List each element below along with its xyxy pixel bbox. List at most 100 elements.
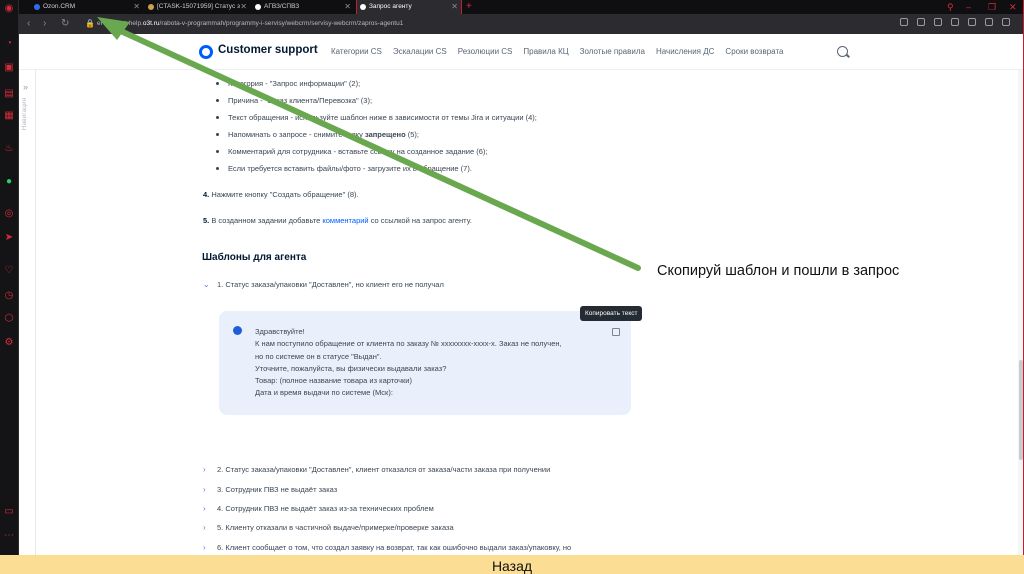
screenshot-icon[interactable] (900, 18, 908, 26)
expand-icon[interactable]: » (23, 82, 28, 92)
tab-zapros-agentu[interactable]: Запрос агенту ✕ (356, 0, 462, 14)
back-icon[interactable]: ‹ (27, 17, 30, 31)
site-title[interactable]: Customer support (218, 44, 318, 56)
back-label: Назад (491, 558, 533, 574)
section-heading: Шаблоны для агента (202, 252, 307, 263)
chevron-right-icon: › (203, 523, 206, 532)
step-text: со ссылкой на запрос агенту. (368, 216, 472, 225)
tab-label: Ozon.CRM (43, 3, 76, 10)
news-icon[interactable]: ▦ (3, 110, 15, 122)
more-icon[interactable]: ⋯ (3, 530, 15, 542)
forward-icon[interactable]: › (43, 17, 46, 31)
history-icon[interactable]: ◷ (3, 290, 15, 302)
close-icon[interactable]: ✕ (344, 0, 351, 14)
flame-icon[interactable]: ♨ (3, 143, 15, 155)
tab-label: [CTASK-15071959] Статус з (157, 3, 241, 10)
list-item-bold: запрещено (364, 130, 406, 139)
box-icon[interactable]: ⬡ (3, 313, 15, 325)
close-icon[interactable]: ✕ (451, 0, 458, 14)
download-icon[interactable] (985, 18, 993, 26)
tab-ozon-crm[interactable]: Ozon.CRM ✕ (31, 0, 143, 14)
list-item: Комментарий для сотрудника - вставьте сс… (215, 147, 488, 156)
minimize-icon[interactable]: – (966, 0, 971, 14)
tab-agvz[interactable]: АГВЗ/СПВЗ ✕ (252, 0, 354, 14)
close-icon[interactable]: ✕ (133, 0, 140, 14)
confluence-icon (255, 4, 261, 10)
template-line: К нам поступило обращение от клиента по … (255, 339, 562, 349)
web-page: Customer support Категории CS Эскалации … (19, 34, 1024, 555)
chevron-right-icon: › (203, 465, 206, 474)
site-header: Customer support Категории CS Эскалации … (19, 34, 1024, 70)
camera-icon[interactable] (934, 18, 942, 26)
accordion-title: 4. Сотрудник ПВЗ не выдаёт заказ из-за т… (217, 504, 434, 513)
accordion-item-4[interactable]: › 4. Сотрудник ПВЗ не выдаёт заказ из-за … (203, 504, 434, 513)
accordion-item-2[interactable]: › 2. Статус заказа/упаковки "Доставлен", … (203, 465, 550, 474)
nav-categories[interactable]: Категории CS (331, 47, 382, 56)
confluence-icon (360, 4, 366, 10)
maximize-icon[interactable]: ❐ (988, 0, 996, 14)
info-icon (233, 326, 242, 335)
close-icon[interactable]: ✕ (240, 0, 247, 14)
extensions-icon[interactable] (968, 18, 976, 26)
back-button[interactable]: Назад (0, 555, 1024, 574)
address-icons (900, 18, 1010, 26)
ctask-icon (148, 4, 154, 10)
comment-link[interactable]: комментарий (322, 216, 368, 225)
wallet-icon[interactable]: ▭ (3, 506, 15, 518)
browser-logo-icon[interactable]: ◉ (3, 3, 15, 15)
tab-strip: Ozon.CRM ✕ [CTASK-15071959] Статус з ✕ А… (19, 0, 1024, 14)
shop-icon[interactable]: ▣ (3, 62, 15, 74)
send-icon[interactable]: ➤ (3, 232, 15, 244)
nav-rules[interactable]: Правила КЦ (523, 47, 568, 56)
lock-icon: 🔒 (85, 19, 95, 28)
tab-ctask[interactable]: [CTASK-15071959] Статус з ✕ (145, 0, 250, 14)
list-item: Категория - "Запрос информации" (2); (215, 79, 361, 88)
side-nav-label[interactable]: Навигация (21, 98, 28, 130)
url-field[interactable]: er-support-help.o3t.ru/rabota-v-programm… (97, 14, 403, 34)
url-prefix: er-support-help. (97, 20, 143, 27)
pin-icon[interactable]: ⚲ (947, 0, 954, 14)
top-nav: Категории CS Эскалации CS Резолюции CS П… (331, 47, 783, 56)
nav-return-terms[interactable]: Сроки возврата (725, 47, 783, 56)
menu-icon[interactable] (1002, 18, 1010, 26)
url-path: /rabota-v-programmah/programmy-i-servisy… (159, 20, 404, 27)
url-host: o3t.ru (142, 20, 160, 27)
heart-icon[interactable]: ♡ (3, 265, 15, 277)
reload-icon[interactable]: ↻ (61, 17, 69, 31)
list-item: Напоминать о запросе - снимите галку зап… (216, 130, 419, 139)
list-item-tail: (5); (405, 130, 419, 139)
list-item: Текст обращения - используйте шаблон ниж… (216, 113, 537, 122)
step-5: 5. В созданном задании добавьте коммента… (203, 216, 472, 225)
search-icon[interactable] (837, 46, 848, 57)
accordion-title: 3. Сотрудник ПВЗ не выдаёт заказ (217, 485, 338, 494)
accordion-item-3[interactable]: › 3. Сотрудник ПВЗ не выдаёт заказ (203, 485, 337, 494)
nav-escalations[interactable]: Эскалации CS (393, 47, 447, 56)
accordion-title: 1. Статус заказа/упаковки "Доставлен", н… (217, 280, 444, 289)
ozon-icon (34, 4, 40, 10)
accordion-title: 5. Клиенту отказали в частичной выдаче/п… (217, 523, 454, 532)
settings-icon[interactable]: ⚙ (3, 337, 15, 349)
chevron-down-icon: ⌄ (203, 280, 210, 289)
step-text: В созданном задании добавьте (209, 216, 323, 225)
player-icon[interactable]: ◎ (3, 208, 15, 220)
twitch-icon[interactable]: ▤ (3, 88, 15, 100)
copy-icon[interactable] (612, 328, 620, 336)
template-line: Уточните, пожалуйста, вы физически выдав… (255, 363, 447, 373)
accordion-item-5[interactable]: › 5. Клиенту отказали в частичной выдаче/… (203, 523, 454, 532)
logo-icon[interactable] (199, 45, 213, 59)
accordion-item-1[interactable]: ⌄ 1. Статус заказа/упаковки "Доставлен", … (203, 280, 444, 289)
nav-accruals[interactable]: Начисления ДС (656, 47, 714, 56)
accordion-item-6[interactable]: › 6. Клиент сообщает о том, что создал за… (203, 543, 571, 552)
template-line: но по системе он в статусе "Выдан". (255, 351, 382, 361)
vpn-icon[interactable] (917, 18, 925, 26)
step-text: Нажмите кнопку "Создать обращение" (8). (209, 190, 359, 199)
bookmark-icon[interactable] (951, 18, 959, 26)
nav-resolutions[interactable]: Резолюции CS (458, 47, 513, 56)
new-tab-icon[interactable]: + (466, 0, 472, 14)
chevron-right-icon: › (203, 504, 206, 513)
window-close-icon[interactable]: ✕ (1009, 0, 1017, 14)
list-item: Если требуется вставить файлы/фото - заг… (216, 164, 472, 173)
nav-golden-rules[interactable]: Золотые правила (580, 47, 645, 56)
whatsapp-icon[interactable]: ● (3, 176, 15, 188)
speed-dial-icon[interactable]: ◔ (3, 38, 15, 50)
